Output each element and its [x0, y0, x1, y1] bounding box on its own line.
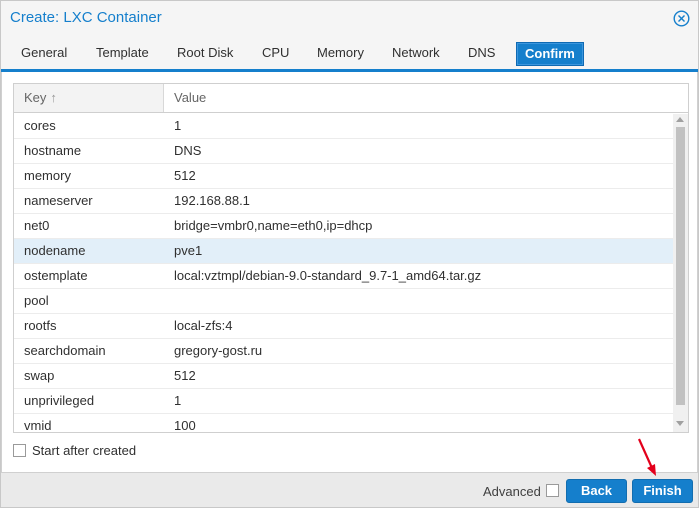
table-row[interactable]: memory 512 [14, 164, 674, 189]
row-key: vmid [24, 418, 52, 433]
row-value: bridge=vmbr0,name=eth0,ip=dhcp [174, 218, 373, 233]
row-value: 512 [174, 368, 196, 383]
row-key: nodename [24, 243, 86, 258]
lxc-create-dialog: Create: LXC Container General Template R… [0, 0, 699, 508]
scroll-up-arrow-icon[interactable] [676, 117, 684, 122]
confirm-panel: Key ↑ Value cores 1 hostname DNS memory 512 … [1, 72, 698, 472]
row-value: 192.168.88.1 [174, 193, 250, 208]
row-key: swap [24, 368, 55, 383]
tab-confirm[interactable]: Confirm [516, 42, 584, 66]
table-row[interactable]: rootfs local-zfs:4 [14, 314, 674, 339]
table-row[interactable]: nameserver 192.168.88.1 [14, 189, 674, 214]
dialog-title: Create: LXC Container [10, 9, 162, 26]
row-key: rootfs [24, 318, 57, 333]
scrollbar-thumb[interactable] [676, 127, 685, 405]
row-key: nameserver [24, 193, 93, 208]
table-row[interactable]: hostname DNS [14, 139, 674, 164]
table-row[interactable]: searchdomain gregory-gost.ru [14, 339, 674, 364]
tab-cpu[interactable]: CPU [255, 42, 296, 66]
column-header-value[interactable]: Value [164, 84, 674, 112]
grid-vertical-scrollbar[interactable] [673, 114, 688, 432]
row-value: 512 [174, 168, 196, 183]
close-icon[interactable] [673, 10, 690, 27]
row-value: local:vztmpl/debian-9.0-standard_9.7-1_a… [174, 268, 482, 283]
row-key: searchdomain [24, 343, 106, 358]
back-button[interactable]: Back [566, 479, 627, 503]
row-key: pool [24, 293, 49, 308]
wizard-tabs: General Template Root Disk CPU Memory Ne… [1, 39, 698, 69]
row-key: cores [24, 118, 56, 133]
tab-general[interactable]: General [14, 42, 74, 66]
sort-ascending-arrow-icon: ↑ [50, 90, 57, 105]
dialog-footer: Advanced Back Finish [1, 472, 698, 507]
tab-template[interactable]: Template [89, 42, 156, 66]
grid-header: Key ↑ Value [14, 84, 688, 113]
table-row[interactable]: unprivileged 1 [14, 389, 674, 414]
row-value: gregory-gost.ru [174, 343, 263, 358]
tab-network[interactable]: Network [385, 42, 447, 66]
title-bar: Create: LXC Container [1, 1, 698, 37]
table-row[interactable]: pool [14, 289, 674, 314]
table-row[interactable]: cores 1 [14, 114, 674, 139]
advanced-label[interactable]: Advanced [483, 484, 541, 499]
table-row[interactable]: net0 bridge=vmbr0,name=eth0,ip=dhcp [14, 214, 674, 239]
row-value: pve1 [174, 243, 203, 258]
row-value: local-zfs:4 [174, 318, 233, 333]
row-key: hostname [24, 143, 82, 158]
tab-memory[interactable]: Memory [310, 42, 371, 66]
start-after-created-checkbox[interactable] [13, 444, 26, 457]
row-key: unprivileged [24, 393, 95, 408]
table-row[interactable]: vmid 100 [14, 414, 674, 433]
table-row[interactable]: swap 512 [14, 364, 674, 389]
row-key: net0 [24, 218, 50, 233]
column-header-key[interactable]: Key ↑ [14, 84, 164, 112]
tab-dns[interactable]: DNS [461, 42, 502, 66]
tab-root-disk[interactable]: Root Disk [170, 42, 240, 66]
table-row-selected[interactable]: nodename pve1 [14, 239, 674, 264]
row-value: 100 [174, 418, 196, 433]
row-key: memory [24, 168, 71, 183]
scroll-down-arrow-icon[interactable] [676, 421, 684, 426]
row-value [174, 289, 669, 313]
advanced-checkbox[interactable] [546, 484, 559, 497]
row-value: 1 [174, 118, 182, 133]
row-key: ostemplate [24, 268, 88, 283]
finish-button[interactable]: Finish [632, 479, 693, 503]
row-value: DNS [174, 143, 202, 158]
row-value: 1 [174, 393, 182, 408]
start-after-created-label[interactable]: Start after created [32, 443, 136, 458]
table-row[interactable]: ostemplate local:vztmpl/debian-9.0-standa… [14, 264, 674, 289]
column-header-key-label: Key [24, 90, 47, 105]
grid-rows: cores 1 hostname DNS memory 512 nameserver 1… [14, 114, 674, 433]
summary-grid: Key ↑ Value cores 1 hostname DNS memory 512 … [13, 83, 689, 433]
